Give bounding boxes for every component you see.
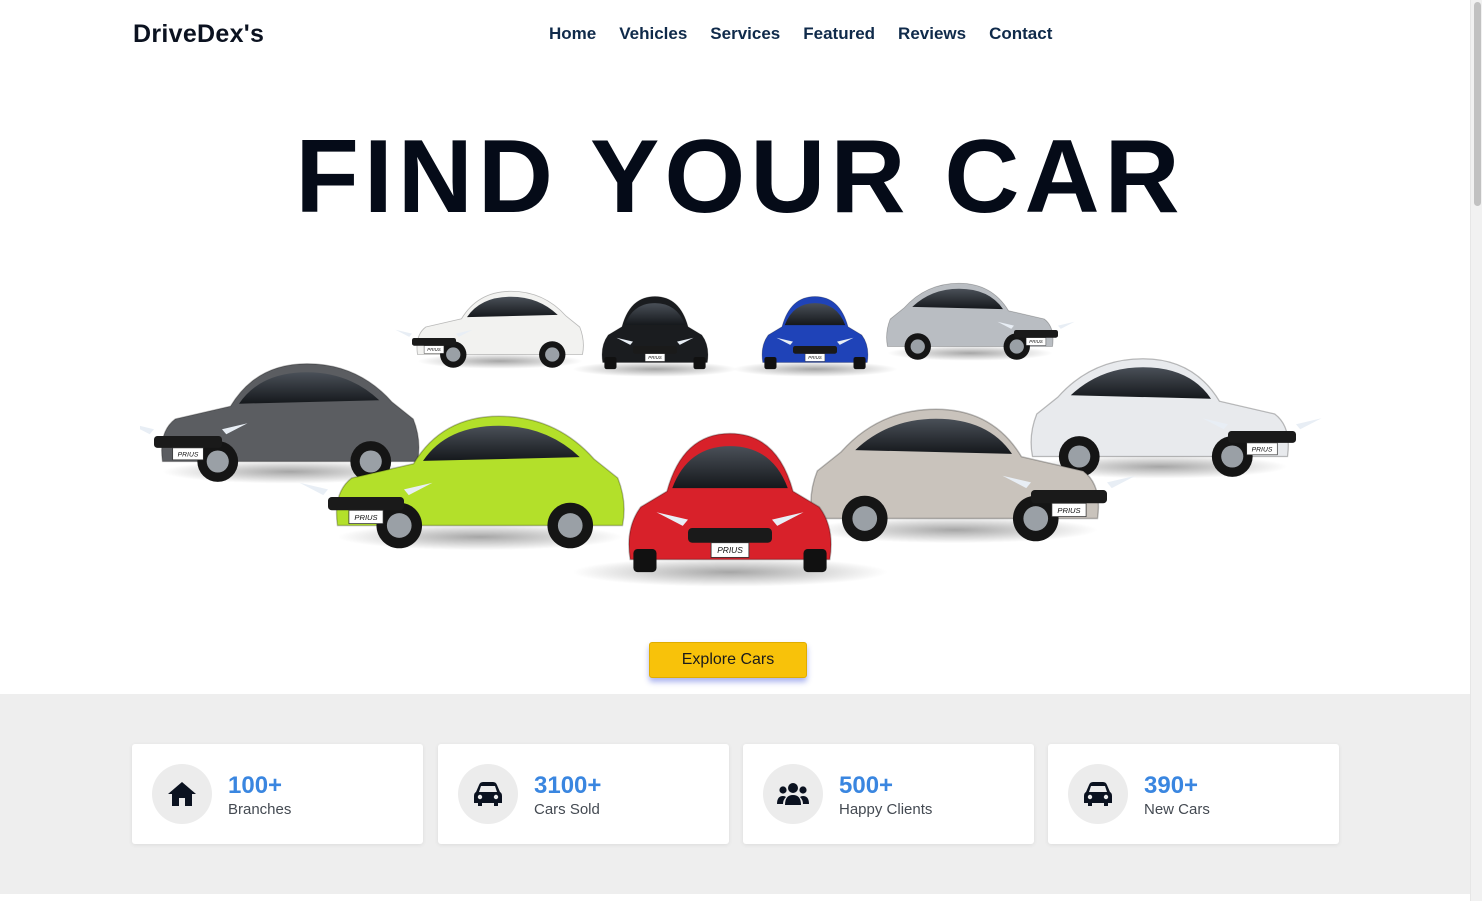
hero-cars-image: PRIUS PRIUS PRIUS PRIUS PRIUS PRIUS PRIUS PRIUS…	[140, 282, 1322, 587]
stat-label: Cars Sold	[534, 801, 600, 818]
home-icon	[152, 764, 212, 824]
section-divider	[0, 894, 1470, 901]
license-plate-text: PRIUS	[1057, 506, 1080, 515]
car-illustration: PRIUS	[732, 296, 898, 377]
stat-card-branches: 100+ Branches	[132, 744, 423, 844]
nav-home-link[interactable]: Home	[549, 24, 596, 44]
stat-value: 390+	[1144, 772, 1199, 799]
site-header: DriveDex's Home Vehicles Services Featur…	[0, 0, 1470, 68]
car-illustration: PRIUS	[140, 363, 420, 484]
nav-contact-link[interactable]: Contact	[989, 24, 1052, 44]
stat-value: 3100+	[534, 772, 602, 799]
brand-logo[interactable]: DriveDex's	[133, 20, 264, 49]
license-plate-text: PRIUS	[178, 451, 199, 458]
license-plate-text: PRIUS	[1029, 339, 1042, 344]
stat-label: Happy Clients	[839, 801, 933, 818]
car-icon	[1068, 764, 1128, 824]
users-icon	[763, 764, 823, 824]
license-plate-text: PRIUS	[717, 545, 743, 555]
stats-section: 100+ Branches 3100+ Cars Sold 500+ Happy…	[0, 694, 1470, 894]
nav-vehicles-link[interactable]: Vehicles	[619, 24, 687, 44]
car-illustration: PRIUS	[572, 296, 738, 377]
scrollbar-thumb[interactable]	[1474, 2, 1481, 206]
stat-value: 500+	[839, 772, 894, 799]
nav-reviews-link[interactable]: Reviews	[898, 24, 966, 44]
explore-cars-button[interactable]: Explore Cars	[649, 642, 807, 678]
nav-services-link[interactable]: Services	[710, 24, 780, 44]
nav-featured-link[interactable]: Featured	[803, 24, 875, 44]
stat-value: 100+	[228, 772, 283, 799]
stat-card-happy-clients: 500+ Happy Clients	[743, 744, 1034, 844]
license-plate-text: PRIUS	[427, 347, 440, 352]
hero-title: FIND YOUR CAR	[295, 119, 1185, 235]
page-scrollbar[interactable]	[1470, 0, 1482, 901]
stat-card-cars-sold: 3100+ Cars Sold	[438, 744, 729, 844]
license-plate-text: PRIUS	[808, 355, 821, 360]
license-plate-text: PRIUS	[1252, 446, 1273, 453]
stat-card-new-cars: 390+ New Cars	[1048, 744, 1339, 844]
stat-label: New Cars	[1144, 801, 1210, 818]
license-plate-text: PRIUS	[354, 513, 377, 522]
page: DriveDex's Home Vehicles Services Featur…	[0, 0, 1470, 901]
car-illustration: PRIUS	[886, 282, 1075, 361]
stat-label: Branches	[228, 801, 292, 818]
car-icon	[458, 764, 518, 824]
main-nav: Home Vehicles Services Featured Reviews …	[549, 24, 1075, 44]
license-plate-text: PRIUS	[648, 355, 661, 360]
car-illustration: PRIUS	[1030, 358, 1322, 479]
car-illustration: PRIUS	[395, 290, 584, 369]
